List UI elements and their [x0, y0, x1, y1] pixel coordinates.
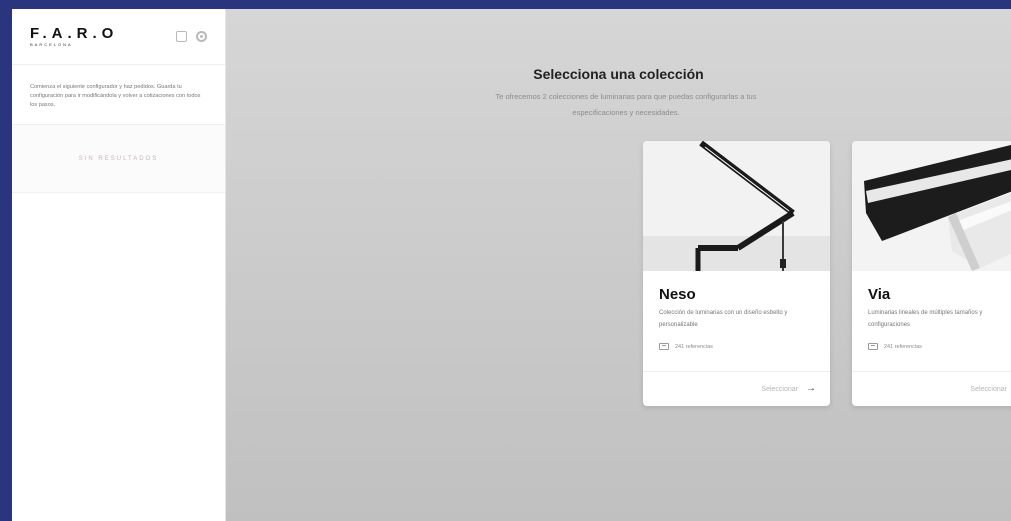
card-description: Luminarias lineales de múltiples tamaños…: [868, 310, 983, 328]
sidebar-actions: [176, 31, 207, 42]
select-button[interactable]: Seleccionar →: [643, 371, 830, 406]
sidebar-description: Comienza el siguiente configurador y haz…: [12, 65, 225, 125]
square-icon[interactable]: [176, 31, 187, 42]
card-title: Neso: [659, 286, 696, 303]
card-title: Via: [868, 286, 891, 303]
card-references-count: 241 referencias: [675, 343, 713, 350]
page-title: Selecciona una colección: [533, 66, 704, 82]
card-description: Colección de luminarias con un diseño es…: [659, 310, 788, 328]
collection-card-neso[interactable]: Neso Colección de luminarias con un dise…: [643, 141, 830, 406]
app-frame: F.A.R.O BARCELONA Comienza el siguiente …: [12, 9, 1011, 521]
main-area: Selecciona una colección Te ofrecemos 2 …: [226, 9, 1011, 521]
sidebar: F.A.R.O BARCELONA Comienza el siguiente …: [12, 9, 226, 521]
logo-tagline: BARCELONA: [30, 42, 73, 47]
page-subtitle: Te ofrecemos 2 colecciones de luminarias…: [495, 92, 757, 117]
select-label: Seleccionar: [761, 385, 798, 393]
card-references: 241 referencias: [868, 343, 1011, 350]
sidebar-empty-state: SIN RESULTADOS: [12, 125, 225, 193]
select-button[interactable]: Seleccionar →: [852, 371, 1011, 406]
gear-icon[interactable]: [196, 31, 207, 42]
neso-product-image: [643, 141, 830, 271]
collection-card-via[interactable]: Via Luminarias lineales de múltiples tam…: [852, 141, 1011, 406]
brand-logo[interactable]: F.A.R.O BARCELONA: [30, 26, 118, 47]
select-label: Seleccionar: [970, 385, 1007, 393]
catalog-icon: [868, 343, 878, 350]
card-references: 241 referencias: [659, 343, 814, 350]
card-references-count: 241 referencias: [884, 343, 922, 350]
logo-wordmark: F.A.R.O: [30, 25, 119, 42]
arrow-right-icon: →: [806, 383, 816, 394]
sidebar-header: F.A.R.O BARCELONA: [12, 9, 225, 65]
catalog-icon: [659, 343, 669, 350]
via-product-image: [852, 141, 1011, 271]
